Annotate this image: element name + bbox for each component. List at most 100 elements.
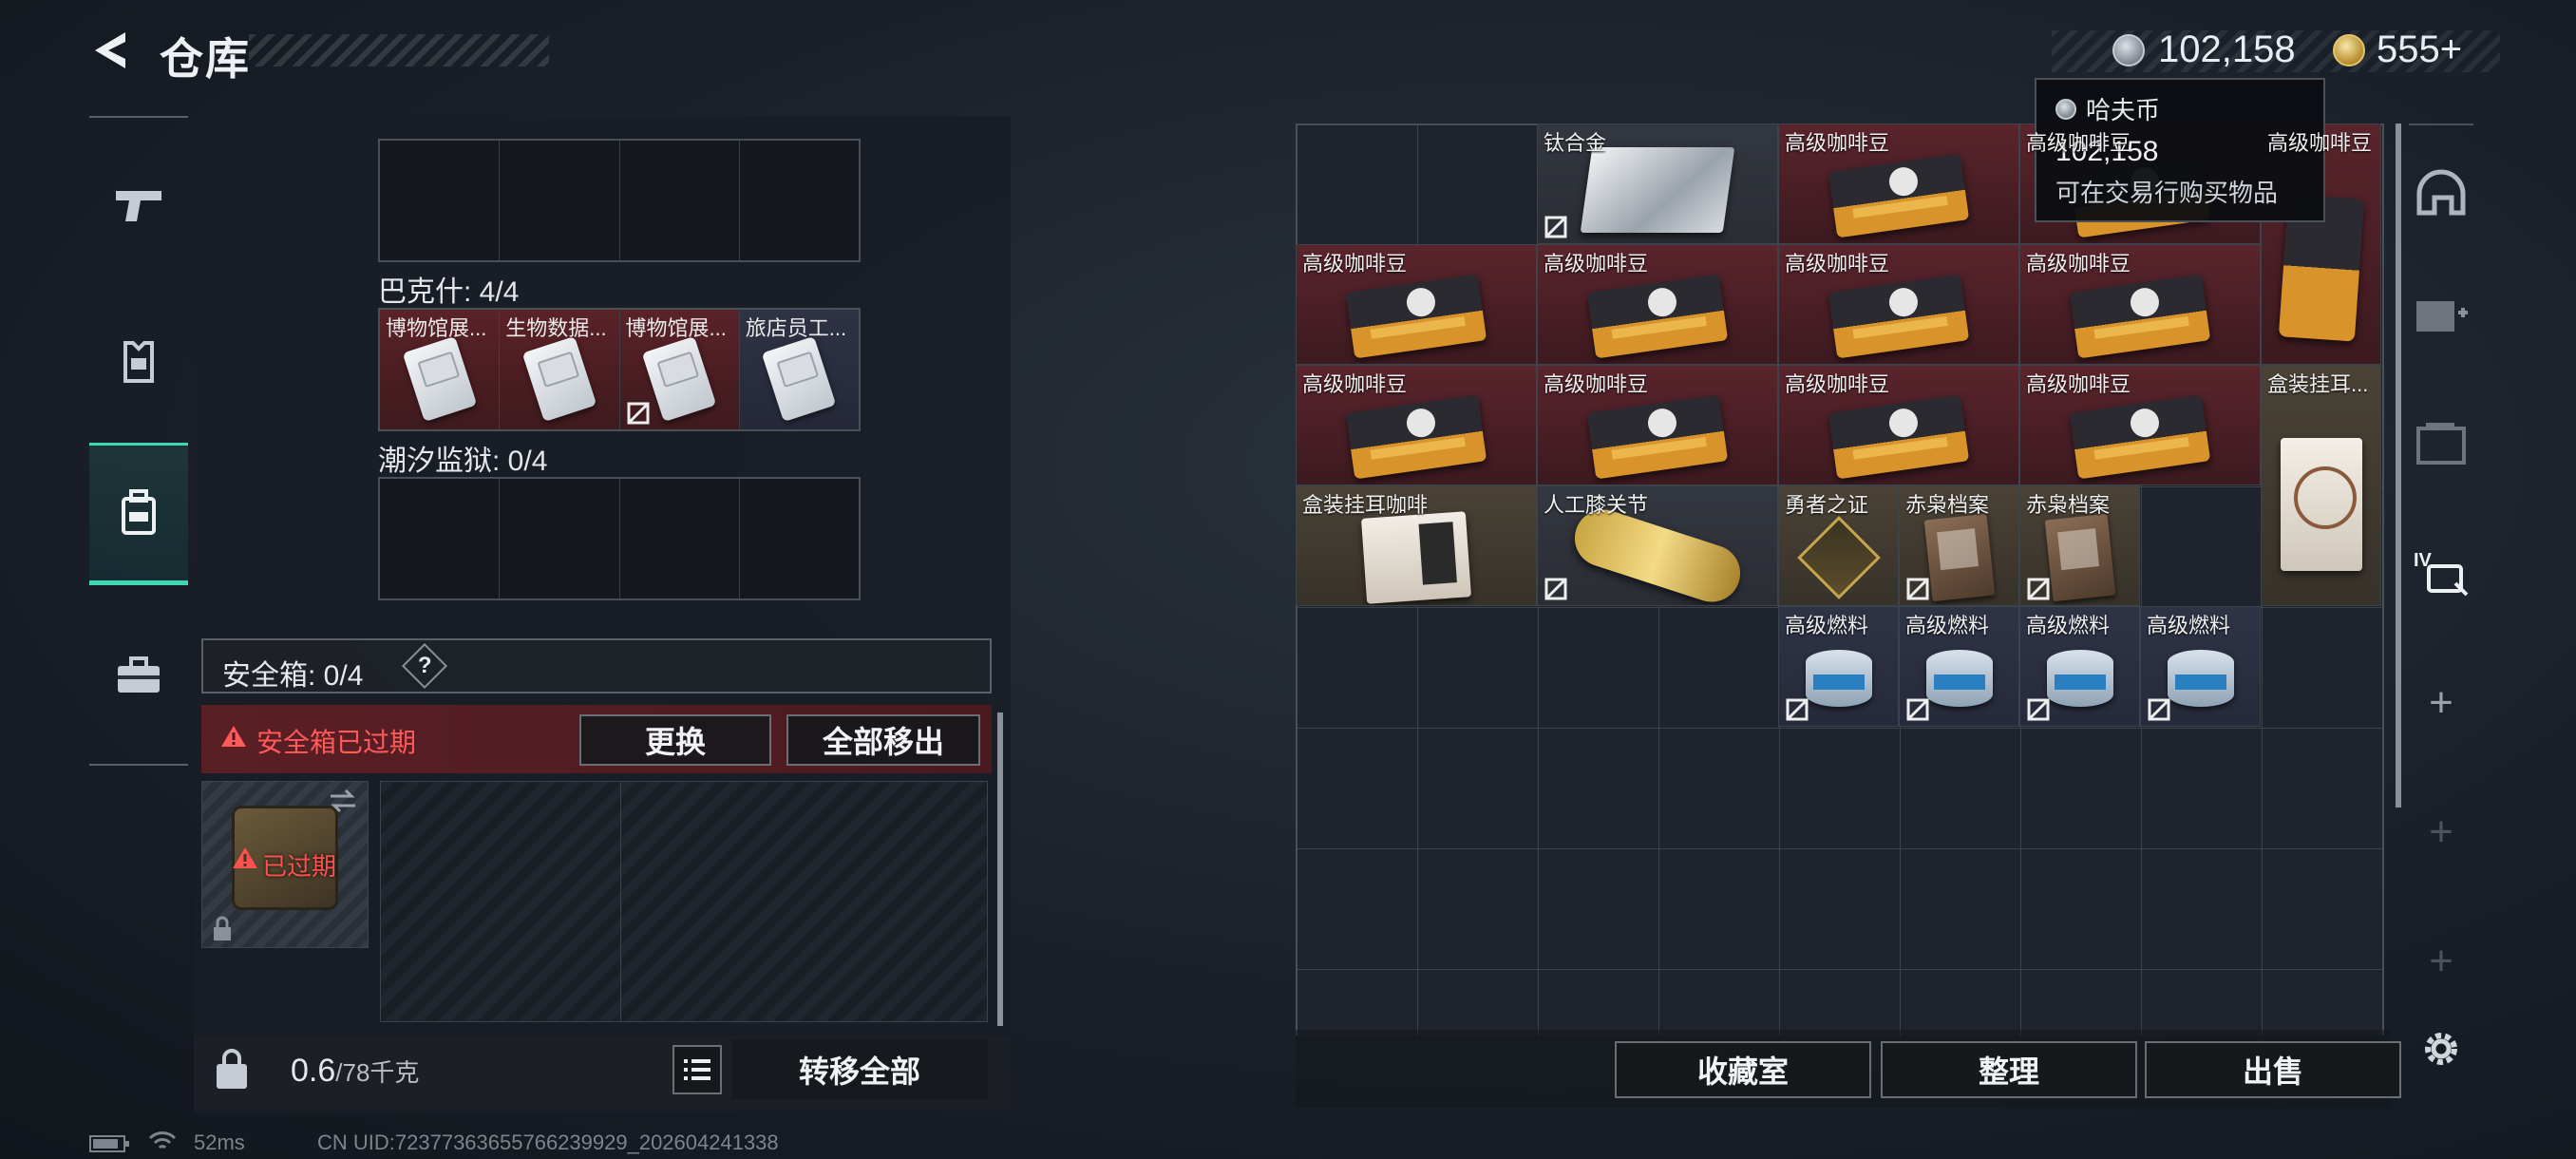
empty-slot[interactable]: [1780, 970, 1900, 1036]
item-premium-coffee[interactable]: 高级咖啡豆: [1296, 365, 1537, 485]
empty-slot[interactable]: [1297, 849, 1417, 969]
premium-amount[interactable]: 555+: [2377, 28, 2462, 71]
add-slot-button[interactable]: +: [2409, 656, 2473, 750]
item-label: 生物数据...: [505, 316, 607, 340]
empty-slot[interactable]: [1659, 970, 1779, 1036]
tab-armor[interactable]: [89, 291, 188, 433]
empty-slot[interactable]: [2263, 849, 2382, 969]
left-scrollbar[interactable]: [997, 712, 1003, 1026]
tab-backpack[interactable]: [89, 443, 188, 585]
item-premium-fuel[interactable]: 高级燃料: [2140, 606, 2261, 727]
item-premium-coffee[interactable]: 高级咖啡豆: [2019, 244, 2261, 365]
empty-slot[interactable]: [500, 479, 620, 598]
empty-slot[interactable]: [1418, 970, 1538, 1036]
empty-slot[interactable]: [1901, 849, 2020, 969]
empty-slot[interactable]: [1539, 729, 1658, 848]
empty-slot[interactable]: [1780, 849, 1900, 969]
item-premium-coffee[interactable]: 高级咖啡豆: [1296, 244, 1537, 365]
item-premium-coffee[interactable]: 高级咖啡豆: [1537, 244, 1778, 365]
item-red-owl-dossier[interactable]: 赤枭档案: [1899, 485, 2019, 606]
item-premium-coffee[interactable]: 高级咖啡豆: [1778, 124, 2019, 244]
warehouse-scrollbar[interactable]: [2396, 124, 2401, 808]
item-label: 盒装挂耳咖啡: [1302, 493, 1429, 517]
empty-slot[interactable]: [1297, 608, 1417, 728]
back-button[interactable]: [87, 27, 135, 74]
empty-slot[interactable]: [1539, 970, 1658, 1036]
organize-button[interactable]: 整理: [1881, 1041, 2137, 1098]
empty-slot[interactable]: [1297, 125, 1417, 245]
swap-icon[interactable]: [327, 787, 359, 815]
item-boxed-drip-coffee[interactable]: 盒装挂耳咖啡: [1296, 485, 1537, 606]
empty-slot[interactable]: [1780, 729, 1900, 848]
replace-button[interactable]: 更换: [579, 714, 771, 766]
item-premium-coffee[interactable]: 高级咖啡豆: [2019, 365, 2261, 485]
container-grid-tide-prison: [378, 477, 861, 600]
item-museum-pass-1[interactable]: 博物馆展...: [380, 310, 501, 429]
collection-room-button[interactable]: 收藏室: [1615, 1041, 1871, 1098]
empty-slot[interactable]: [1539, 608, 1658, 728]
item-premium-coffee[interactable]: 高级咖啡豆: [1778, 365, 2019, 485]
item-artificial-knee[interactable]: 人工膝关节: [1537, 485, 1778, 606]
empty-slot[interactable]: [1297, 729, 1417, 848]
empty-slot[interactable]: [1418, 608, 1538, 728]
item-boxed-drip-coffee-tall[interactable]: 盒装挂耳...: [2261, 365, 2381, 606]
add-container-button[interactable]: [2409, 266, 2473, 361]
empty-slot[interactable]: [740, 141, 859, 260]
item-premium-fuel[interactable]: 高级燃料: [2019, 606, 2140, 727]
help-glyph: ?: [417, 652, 432, 678]
move-all-out-button[interactable]: 全部移出: [786, 714, 980, 766]
empty-slot[interactable]: [1297, 970, 1417, 1036]
empty-slot[interactable]: [2142, 487, 2262, 607]
list-view-button[interactable]: [672, 1045, 722, 1094]
transfer-all-button[interactable]: 转移全部: [731, 1039, 988, 1100]
empty-slot[interactable]: [380, 141, 501, 260]
safe-box-expired-label: 已过期: [262, 852, 337, 881]
tab-storage[interactable]: [2409, 395, 2473, 490]
weight-max: /78千克: [335, 1058, 420, 1087]
item-premium-coffee[interactable]: 高级咖啡豆: [1537, 365, 1778, 485]
empty-slot[interactable]: [1659, 849, 1779, 969]
empty-slot[interactable]: [1418, 125, 1538, 245]
empty-slot[interactable]: [2142, 849, 2262, 969]
item-hotel-staff[interactable]: 旅店员工...: [739, 310, 859, 429]
empty-slot[interactable]: [2263, 729, 2382, 848]
empty-slot[interactable]: [1418, 729, 1538, 848]
empty-slot[interactable]: [2263, 608, 2382, 728]
no-trade-icon: [1906, 578, 1929, 600]
empty-slot[interactable]: [1659, 608, 1779, 728]
empty-slot[interactable]: [2021, 849, 2141, 969]
coin-amount[interactable]: 102,158: [2158, 28, 2296, 71]
item-museum-pass-2[interactable]: 博物馆展...: [619, 310, 740, 429]
empty-slot[interactable]: [2142, 970, 2262, 1036]
item-red-owl-dossier[interactable]: 赤枭档案: [2019, 485, 2140, 606]
item-premium-fuel[interactable]: 高级燃料: [1778, 606, 1899, 727]
tab-supplies[interactable]: [89, 604, 188, 747]
empty-slot[interactable]: [620, 141, 740, 260]
dossier-icon: [1923, 513, 1995, 602]
tab-weapons[interactable]: [89, 133, 188, 276]
tab-level-iv[interactable]: IV: [2409, 524, 2473, 619]
item-titanium-alloy[interactable]: 钛合金: [1537, 124, 1778, 244]
sell-button[interactable]: 出售: [2145, 1041, 2401, 1098]
empty-slot[interactable]: [2263, 970, 2382, 1036]
empty-slot[interactable]: [1901, 970, 2020, 1036]
empty-slot[interactable]: [1901, 729, 2020, 848]
empty-slot[interactable]: [1418, 849, 1538, 969]
empty-slot[interactable]: [1539, 849, 1658, 969]
item-premium-fuel[interactable]: 高级燃料: [1899, 606, 2019, 727]
item-hero-badge[interactable]: 勇者之证: [1778, 485, 1899, 606]
empty-slot[interactable]: [620, 479, 740, 598]
empty-slot[interactable]: [2142, 729, 2262, 848]
item-bio-data[interactable]: 生物数据...: [500, 310, 620, 429]
container-grid-top: [378, 139, 861, 262]
empty-slot[interactable]: [2021, 970, 2141, 1036]
empty-slot[interactable]: [380, 479, 501, 598]
empty-slot[interactable]: [500, 141, 620, 260]
settings-button[interactable]: [2409, 1001, 2473, 1096]
empty-slot[interactable]: [2021, 729, 2141, 848]
empty-slot[interactable]: [740, 479, 859, 598]
coffee-bag-icon: [1345, 394, 1487, 480]
empty-slot[interactable]: [1659, 729, 1779, 848]
item-premium-coffee[interactable]: 高级咖啡豆: [1778, 244, 2019, 365]
tab-helmet[interactable]: [2409, 146, 2473, 241]
